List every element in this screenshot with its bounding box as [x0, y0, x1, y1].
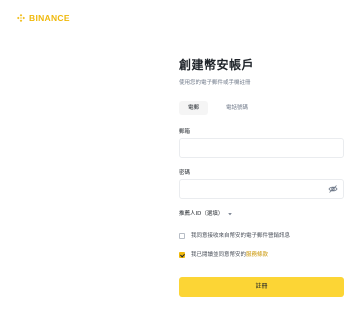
referral-label: 推薦人ID（選填）: [179, 211, 224, 217]
consent-marketing-label: 我同意接收來自幣安的電子郵件營銷訊息: [191, 233, 291, 239]
page-title: 創建幣安帳戶: [179, 58, 255, 72]
terms-of-service-link[interactable]: 服務條款: [246, 252, 268, 258]
register-button[interactable]: 註冊: [179, 277, 344, 297]
consent-terms-checkbox[interactable]: [179, 252, 185, 258]
referral-toggle[interactable]: 推薦人ID（選填）: [179, 210, 233, 218]
email-field[interactable]: [179, 138, 344, 158]
tab-phone[interactable]: 電話號碼: [226, 101, 248, 115]
consent-marketing-checkbox[interactable]: [179, 233, 185, 239]
consent-marketing-row: 我同意接收來自幣安的電子郵件營銷訊息: [179, 232, 290, 240]
signup-form: 創建幣安帳戶 使用您的電子郵件或手機註冊 電郵 電話號碼 郵箱 密碼 推薦人ID…: [179, 58, 344, 297]
binance-diamond-icon: [17, 14, 25, 22]
signup-method-tabs: 電郵 電話號碼: [179, 101, 248, 115]
eye-off-icon[interactable]: [328, 184, 338, 194]
email-label: 郵箱: [179, 129, 191, 135]
signup-page: BINANCE 創建幣安帳戶 使用您的電子郵件或手機註冊 電郵 電話號碼 郵箱 …: [0, 0, 359, 318]
password-label: 密碼: [179, 170, 191, 176]
brand-name: BINANCE: [29, 13, 70, 23]
tab-email[interactable]: 電郵: [179, 101, 209, 115]
consent-terms-text: 我已閱讀並同意幣安的服務條款: [191, 251, 268, 259]
consent-terms-label: 我已閱讀並同意幣安的: [191, 252, 247, 258]
binance-logo[interactable]: BINANCE: [16, 13, 70, 23]
consent-terms-row: 我已閱讀並同意幣安的服務條款: [179, 251, 268, 259]
password-field[interactable]: [179, 179, 344, 199]
page-subtitle: 使用您的電子郵件或手機註冊: [179, 80, 251, 86]
chevron-down-icon: [228, 213, 233, 216]
